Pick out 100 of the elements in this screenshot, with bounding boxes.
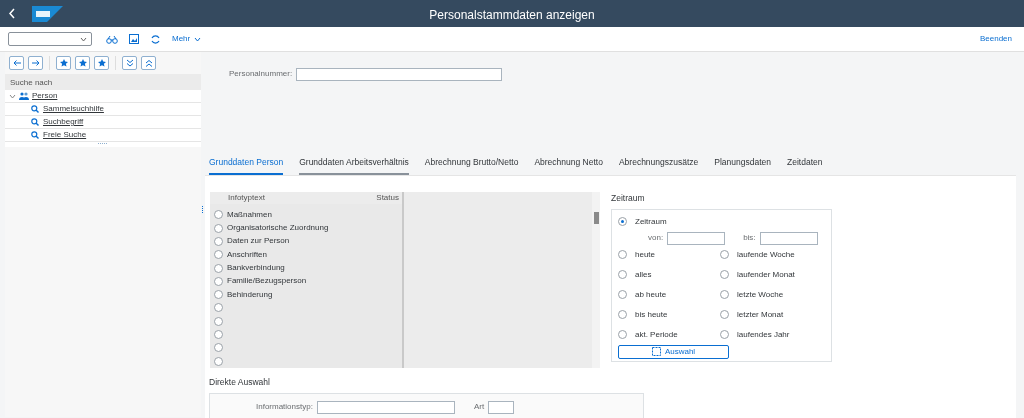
- selection-icon: [651, 347, 661, 356]
- people-icon: [19, 92, 29, 100]
- radio-button[interactable]: [618, 330, 627, 339]
- collapse-all-button[interactable]: [141, 56, 156, 70]
- radio-label: heute: [635, 248, 656, 261]
- radio-label: laufender Monat: [737, 268, 795, 281]
- scrollbar[interactable]: [592, 191, 600, 368]
- tab[interactable]: Abrechnung Brutto/Netto: [424, 156, 519, 175]
- radio-label: bis heute: [635, 308, 668, 321]
- radio-button[interactable]: [720, 270, 729, 279]
- more-button[interactable]: Mehr: [172, 33, 202, 45]
- radio-button[interactable]: [720, 250, 729, 259]
- row-label: Organisatorische Zuordnung: [227, 222, 329, 235]
- splitter-handle[interactable]: [201, 205, 204, 214]
- arrow-left-button[interactable]: [9, 56, 24, 70]
- radio-button[interactable]: [214, 250, 223, 260]
- arrow-left-icon: [11, 58, 22, 68]
- caret-icon: [194, 36, 202, 42]
- radio-button[interactable]: [618, 250, 627, 259]
- group-title: Direkte Auswahl: [209, 375, 271, 389]
- star-icon: [58, 58, 69, 68]
- tab[interactable]: Planungsdaten: [714, 156, 772, 175]
- subtype-field[interactable]: [488, 400, 515, 414]
- field-label: bis:: [743, 232, 756, 244]
- selection-button[interactable]: Auswahl: [618, 344, 729, 359]
- radio-button[interactable]: [720, 310, 729, 319]
- tab[interactable]: Abrechnung Netto: [534, 156, 603, 175]
- expand-all-icon: [124, 58, 135, 68]
- radio-button[interactable]: [720, 330, 729, 339]
- search-icon: [31, 131, 39, 139]
- infotype-field[interactable]: [316, 400, 455, 414]
- collapse-icon[interactable]: [9, 93, 16, 99]
- radio-button[interactable]: [618, 270, 627, 279]
- field-label: Personalnummer:: [229, 68, 293, 80]
- logo-icon: [32, 5, 63, 22]
- radio-label: letzter Monat: [737, 308, 784, 321]
- field-label: Informationstyp:: [256, 401, 313, 413]
- dropdown-field[interactable]: [8, 32, 92, 46]
- to-date-field[interactable]: [759, 231, 818, 245]
- window-title: Personalstammdaten anzeigen: [429, 7, 595, 24]
- radio-button[interactable]: [214, 263, 223, 273]
- row-label: Familie/Bezugsperson: [227, 275, 307, 288]
- radio-button[interactable]: [618, 290, 627, 299]
- radio-button[interactable]: [214, 316, 223, 326]
- refresh-icon[interactable]: [150, 33, 161, 45]
- radio-label: akt. Periode: [635, 328, 678, 341]
- field-label: Art: [473, 401, 485, 413]
- radio-button[interactable]: [214, 330, 223, 339]
- splitter-handle[interactable]: [98, 142, 108, 145]
- group-title: Zeitraum: [611, 191, 646, 205]
- row-label: Daten zur Person: [227, 235, 290, 248]
- tab[interactable]: Abrechnungszusätze: [618, 156, 699, 175]
- radio-label: laufendes Jahr: [737, 328, 790, 341]
- row-label: Maßnahmen: [227, 208, 272, 221]
- radio-button[interactable]: [214, 223, 223, 233]
- radio-label: alles: [635, 268, 652, 281]
- tab[interactable]: Zeitdaten: [787, 156, 823, 175]
- arrow-right-button[interactable]: [28, 56, 43, 70]
- field-label: von:: [648, 232, 664, 244]
- radio-button[interactable]: [214, 356, 223, 366]
- row-label: Behinderung: [227, 288, 273, 301]
- radio-button[interactable]: [214, 303, 223, 313]
- caret-icon: [80, 36, 87, 42]
- radio-button[interactable]: [214, 290, 223, 300]
- back-icon[interactable]: [8, 8, 16, 19]
- row-label: Anschriften: [227, 248, 268, 261]
- tab[interactable]: Grunddaten Arbeitsverhältnis: [299, 156, 409, 175]
- star-button[interactable]: [75, 56, 90, 70]
- radio-button[interactable]: [214, 210, 223, 220]
- from-date-field[interactable]: [667, 231, 726, 245]
- arrow-right-icon: [30, 58, 41, 68]
- binoculars-icon[interactable]: [106, 34, 118, 44]
- collapse-all-icon: [143, 58, 154, 68]
- radio-label: laufende Woche: [737, 248, 795, 261]
- tree-item[interactable]: Person: [32, 90, 58, 102]
- image-icon[interactable]: [129, 34, 139, 44]
- search-icon: [31, 118, 39, 126]
- expand-all-button[interactable]: [122, 56, 137, 70]
- star-icon: [96, 58, 107, 68]
- radio-button[interactable]: [214, 236, 223, 246]
- radio-button[interactable]: [720, 290, 729, 299]
- star-icon: [77, 58, 88, 68]
- tree-item[interactable]: Suchbegriff: [43, 116, 84, 128]
- section-heading: Suche nach: [5, 74, 201, 90]
- search-icon: [31, 105, 39, 113]
- star-button[interactable]: [94, 56, 109, 70]
- radio-button[interactable]: [618, 217, 627, 226]
- radio-button[interactable]: [618, 310, 627, 319]
- row-label: Bankverbindung: [227, 262, 285, 274]
- radio-button[interactable]: [214, 276, 223, 286]
- tab[interactable]: Grunddaten Person: [209, 156, 284, 175]
- personnel-number-field[interactable]: [296, 68, 503, 81]
- radio-label: ab heute: [635, 288, 667, 301]
- star-button[interactable]: [56, 56, 71, 70]
- radio-label: letzte Woche: [737, 288, 784, 301]
- radio-button[interactable]: [214, 343, 223, 353]
- radio-label: Zeitraum: [635, 215, 667, 228]
- column-header: Status: [376, 191, 399, 204]
- column-header: Infotyptext: [228, 191, 265, 204]
- exit-button[interactable]: Beenden: [979, 33, 1012, 45]
